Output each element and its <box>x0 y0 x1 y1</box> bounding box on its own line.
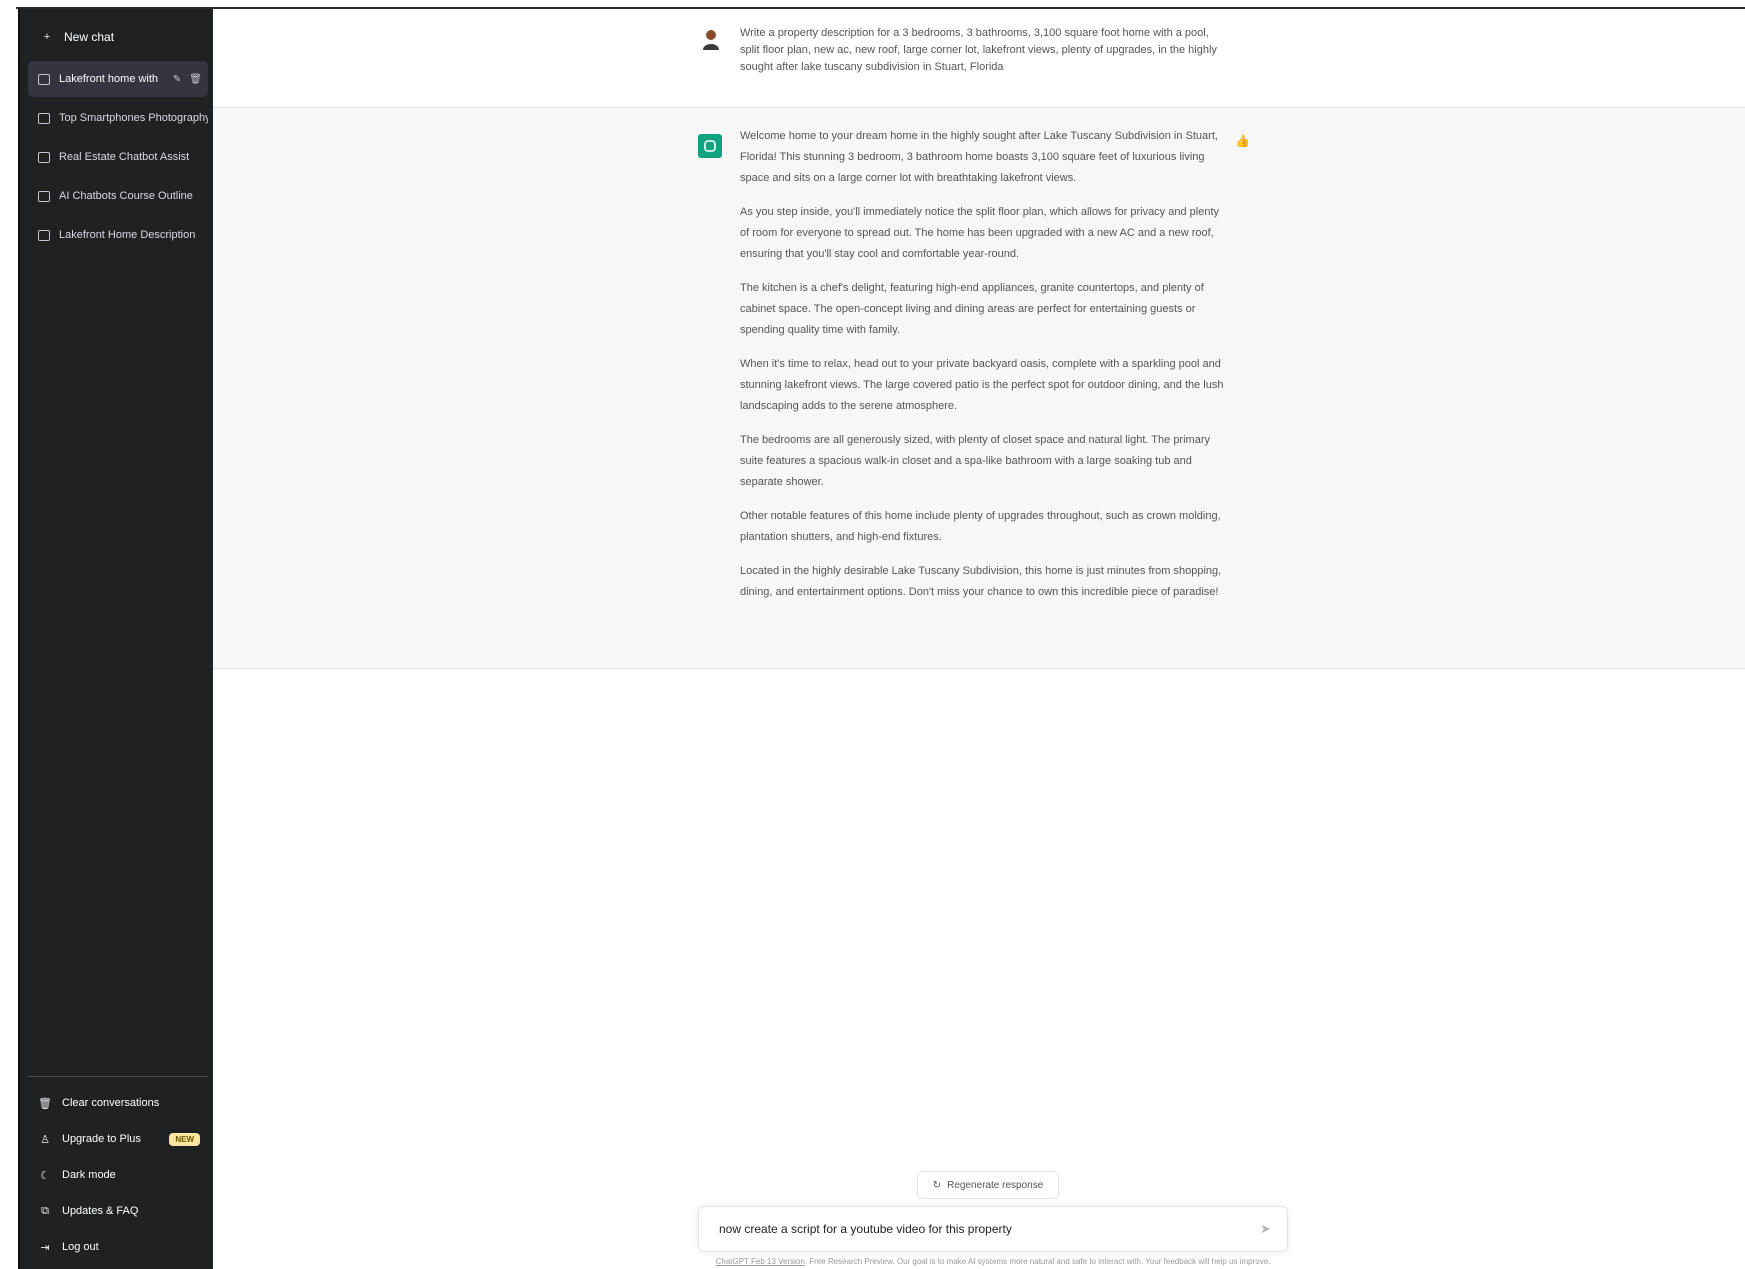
trash-icon[interactable]: 🗑 <box>189 74 202 85</box>
assistant-paragraph: The kitchen is a chef's delight, featuri… <box>740 282 1204 336</box>
person-icon <box>703 30 719 50</box>
assistant-paragraph: As you step inside, you'll immediately n… <box>740 206 1219 260</box>
chat-bubble-icon <box>38 190 50 202</box>
chat-bubble-icon <box>38 151 50 163</box>
external-link-icon: ⧉ <box>41 1204 49 1217</box>
assistant-avatar <box>698 134 722 158</box>
chat-main: Write a property description for a 3 bed… <box>213 9 1745 1269</box>
history-item-top-smartphones[interactable]: Top Smartphones Photography <box>28 100 208 136</box>
user-icon: ♙ <box>40 1133 50 1146</box>
sidebar-bottom-menu: 🗑 Clear conversations ♙ Upgrade to Plus … <box>28 1076 208 1265</box>
upgrade-label: Upgrade to Plus <box>62 1133 141 1145</box>
history-item-actions: ✎ 🗑 <box>173 74 202 85</box>
chat-bubble-icon <box>38 112 50 124</box>
openai-logo-icon <box>704 140 716 152</box>
history-item-label: Lakefront Home Description <box>59 229 196 241</box>
message-composer[interactable]: now create a script for a youtube video … <box>698 1206 1288 1252</box>
edit-icon[interactable]: ✎ <box>173 74 181 85</box>
history-item-lakefront-home-description[interactable]: Lakefront Home Description <box>28 217 208 253</box>
moon-icon: ☾ <box>40 1169 50 1182</box>
clear-conversations-button[interactable]: 🗑 Clear conversations <box>28 1085 208 1121</box>
logout-icon: ⇥ <box>40 1241 50 1254</box>
chat-bubble-icon <box>38 229 50 241</box>
dark-mode-button[interactable]: ☾ Dark mode <box>28 1157 208 1193</box>
new-badge: NEW <box>169 1132 200 1146</box>
regenerate-label: Regenerate response <box>947 1179 1044 1191</box>
assistant-paragraph: The bedrooms are all generously sized, w… <box>740 434 1210 488</box>
footer-text: . Free Research Preview. Our goal is to … <box>804 1257 1271 1266</box>
upgrade-to-plus-button[interactable]: ♙ Upgrade to Plus NEW <box>28 1121 208 1157</box>
user-avatar <box>698 27 724 53</box>
send-icon[interactable]: ➤ <box>1260 1221 1271 1237</box>
user-message-text: Write a property description for a 3 bed… <box>740 27 1217 73</box>
assistant-paragraph: When it's time to relax, head out to you… <box>740 358 1224 412</box>
updates-faq-label: Updates & FAQ <box>62 1205 139 1217</box>
updates-faq-button[interactable]: ⧉ Updates & FAQ <box>28 1193 208 1229</box>
new-chat-label: New chat <box>64 30 115 44</box>
dark-mode-label: Dark mode <box>62 1169 116 1181</box>
sidebar: + New chat Lakefront home with ✎ 🗑 Top S… <box>18 9 213 1269</box>
history-item-label: Lakefront home with <box>59 73 159 85</box>
chat-bubble-icon <box>38 73 50 85</box>
history-item-label: Top Smartphones Photography <box>59 112 208 124</box>
assistant-message-row: Welcome home to your dream home in the h… <box>213 108 1745 669</box>
chat-history-list: Lakefront home with ✎ 🗑 Top Smartphones … <box>28 61 208 256</box>
history-item-ai-chatbots-course[interactable]: AI Chatbots Course Outline <box>28 178 208 214</box>
history-item-real-estate-chatbot[interactable]: Real Estate Chatbot Assist <box>28 139 208 175</box>
history-item-lakefront-home-with[interactable]: Lakefront home with ✎ 🗑 <box>28 61 208 97</box>
assistant-paragraph: Located in the highly desirable Lake Tus… <box>740 565 1222 598</box>
history-item-label: AI Chatbots Course Outline <box>59 190 193 202</box>
user-message-row: Write a property description for a 3 bed… <box>213 9 1745 108</box>
log-out-button[interactable]: ⇥ Log out <box>28 1229 208 1265</box>
assistant-paragraph: Welcome home to your dream home in the h… <box>740 130 1218 184</box>
plus-icon: + <box>43 31 51 43</box>
regenerate-response-button[interactable]: ↻ Regenerate response <box>917 1171 1059 1199</box>
footer-disclaimer: ChatGPT Feb 13 Version. Free Research Pr… <box>668 1257 1318 1266</box>
refresh-icon: ↻ <box>932 1179 942 1191</box>
history-item-label: Real Estate Chatbot Assist <box>59 151 190 163</box>
version-link[interactable]: ChatGPT Feb 13 Version <box>716 1257 805 1266</box>
clear-conversations-label: Clear conversations <box>62 1097 160 1109</box>
assistant-message-text: Welcome home to your dream home in the h… <box>740 126 1230 616</box>
trash-icon: 🗑 <box>38 1097 52 1110</box>
assistant-paragraph: Other notable features of this home incl… <box>740 510 1221 543</box>
composer-input[interactable]: now create a script for a youtube video … <box>719 1222 1012 1236</box>
thumbs-up-icon[interactable]: 👍 <box>1235 134 1250 148</box>
log-out-label: Log out <box>62 1241 99 1253</box>
new-chat-button[interactable]: + New chat <box>28 19 206 55</box>
